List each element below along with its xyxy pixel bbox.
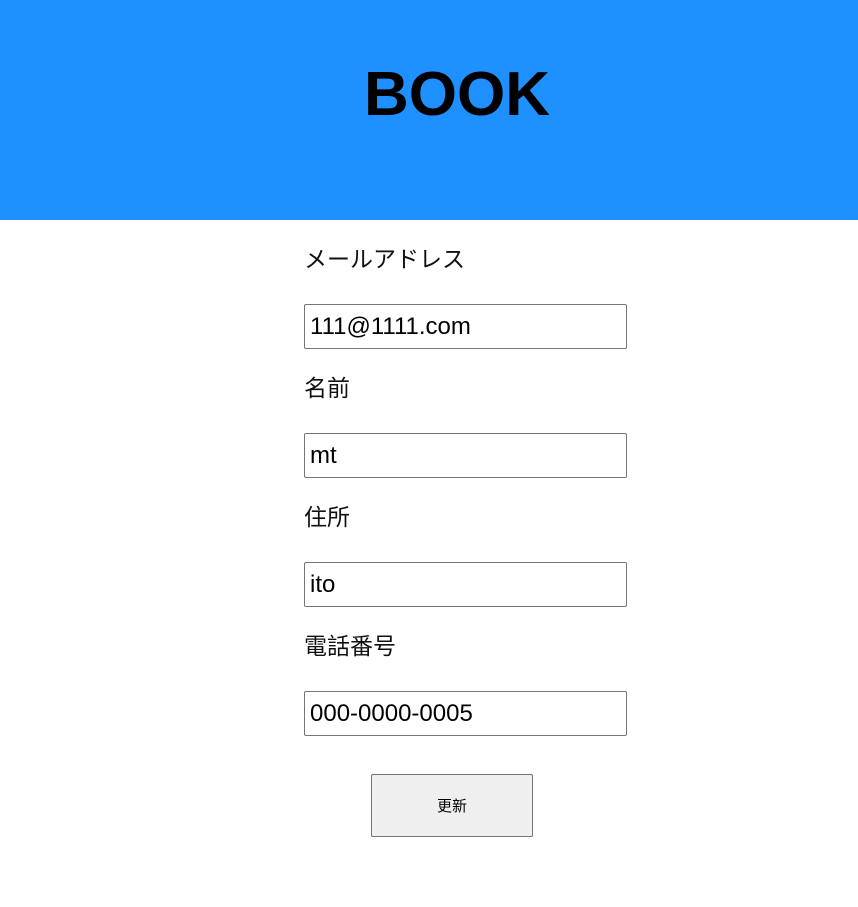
name-label: 名前 (304, 376, 350, 402)
address-label: 住所 (304, 505, 350, 531)
address-field[interactable] (304, 562, 627, 607)
name-field[interactable] (304, 433, 627, 478)
page-title: BOOK (364, 60, 550, 129)
email-label: メールアドレス (304, 247, 465, 273)
email-field[interactable] (304, 304, 627, 349)
phone-field[interactable] (304, 691, 627, 736)
page-header: BOOK (0, 0, 858, 220)
phone-label: 電話番号 (304, 634, 396, 660)
update-button[interactable]: 更新 (371, 774, 533, 837)
